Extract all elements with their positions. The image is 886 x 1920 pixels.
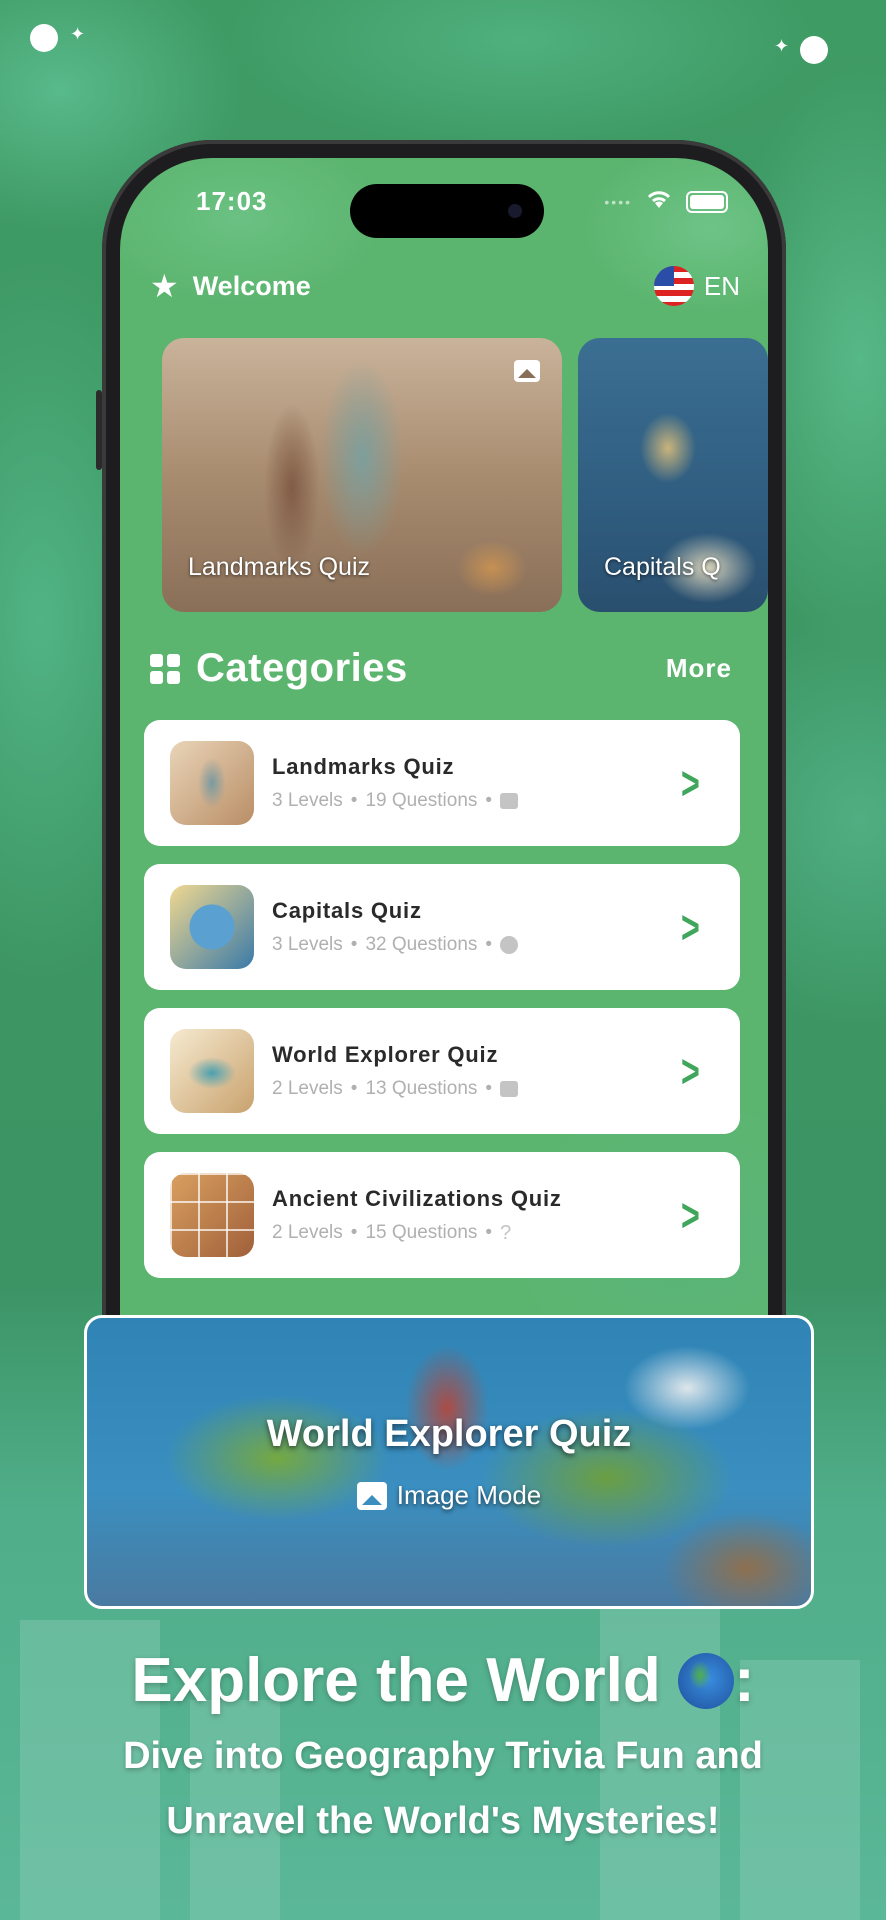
levels-count: 3 Levels	[272, 790, 343, 811]
headline-suffix: :	[733, 1646, 755, 1715]
category-row-landmarks[interactable]: Landmarks Quiz 3 Levels • 19 Questions • >	[144, 720, 740, 846]
status-indicators: ••••	[604, 188, 728, 215]
questions-count: 15 Questions	[365, 1222, 478, 1243]
feature-mode: Image Mode	[87, 1480, 811, 1511]
questions-count: 32 Questions	[365, 934, 478, 955]
row-meta: 2 Levels • 13 Questions •	[272, 1078, 519, 1100]
row-title: Landmarks Quiz	[272, 754, 455, 779]
promo-subline-2: Unravel the World's Mysteries!	[166, 1800, 720, 1842]
more-link[interactable]: More	[666, 653, 732, 684]
image-icon	[356, 1481, 387, 1510]
globe-icon	[677, 1653, 734, 1709]
welcome-text: Welcome	[192, 270, 311, 301]
featured-carousel[interactable]: Landmarks Quiz Capitals Q	[162, 338, 768, 612]
status-time: 17:03	[196, 186, 268, 216]
welcome-header: ★ Welcome	[150, 270, 311, 302]
separator: •	[485, 934, 493, 955]
promo-subline-1: Dive into Geography Trivia Fun and	[123, 1735, 763, 1777]
phone-side-button	[96, 390, 102, 470]
dynamic-island	[350, 184, 544, 238]
row-title: Capitals Quiz	[272, 898, 422, 923]
star-icon: ★	[150, 268, 179, 304]
row-meta: 3 Levels • 19 Questions •	[272, 790, 519, 812]
wifi-icon	[644, 188, 674, 215]
image-icon	[500, 793, 519, 809]
decor-dot	[800, 36, 828, 64]
banner-label: Capitals Q	[604, 553, 721, 581]
row-title: World Explorer Quiz	[272, 1042, 499, 1067]
category-row-capitals[interactable]: Capitals Quiz 3 Levels • 32 Questions • >	[144, 864, 740, 990]
world-explorer-thumbnail	[170, 1029, 254, 1113]
row-text: Ancient Civilizations Quiz 2 Levels • 15 …	[272, 1186, 562, 1245]
row-meta: 3 Levels • 32 Questions •	[272, 934, 519, 956]
separator: •	[485, 1222, 493, 1243]
timer-icon	[500, 936, 519, 954]
landmarks-thumbnail	[170, 741, 254, 825]
featured-quiz-card[interactable]: World Explorer Quiz Image Mode	[84, 1315, 814, 1609]
levels-count: 2 Levels	[272, 1078, 343, 1099]
levels-count: 3 Levels	[272, 934, 343, 955]
categories-title: Categories	[196, 646, 408, 690]
language-code: EN	[703, 270, 740, 301]
row-text: Landmarks Quiz 3 Levels • 19 Questions •	[272, 754, 519, 812]
row-text: Capitals Quiz 3 Levels • 32 Questions •	[272, 898, 519, 956]
row-meta: 2 Levels • 15 Questions • ?	[272, 1222, 562, 1245]
categories-header: Categories More	[150, 646, 744, 691]
ancient-civilizations-thumbnail	[170, 1173, 254, 1257]
decor-dot	[30, 24, 58, 52]
us-flag-icon	[653, 266, 694, 306]
questions-count: 13 Questions	[365, 1078, 478, 1099]
image-icon	[514, 360, 540, 382]
separator: •	[350, 790, 358, 811]
capitals-thumbnail	[170, 885, 254, 969]
headline-text: Explore the World	[131, 1646, 661, 1715]
separator: •	[485, 790, 493, 811]
chevron-right-icon: >	[681, 1189, 700, 1241]
levels-count: 2 Levels	[272, 1222, 343, 1243]
sparkle-icon: ✦	[70, 24, 86, 44]
banner-capitals-quiz[interactable]: Capitals Q	[578, 338, 768, 612]
chevron-right-icon: >	[681, 901, 700, 953]
questions-count: 19 Questions	[365, 790, 478, 811]
row-text: World Explorer Quiz 2 Levels • 13 Questio…	[272, 1042, 519, 1100]
banner-landmarks-quiz[interactable]: Landmarks Quiz	[162, 338, 562, 612]
image-icon	[500, 1081, 519, 1097]
promo-headline: Explore the World :	[0, 1645, 886, 1716]
language-selector[interactable]: EN	[653, 266, 740, 306]
signal-icon: ••••	[604, 193, 632, 210]
question-icon: ?	[500, 1221, 512, 1244]
separator: •	[350, 1078, 358, 1099]
banner-label: Landmarks Quiz	[188, 553, 371, 581]
chevron-right-icon: >	[681, 757, 700, 809]
category-row-ancient-civilizations[interactable]: Ancient Civilizations Quiz 2 Levels • 15 …	[144, 1152, 740, 1278]
separator: •	[350, 1222, 358, 1243]
battery-icon	[686, 190, 728, 213]
feature-title: World Explorer Quiz	[266, 1413, 632, 1455]
mode-label: Image Mode	[396, 1480, 542, 1510]
chevron-right-icon: >	[681, 1045, 700, 1097]
phone-screen: 17:03 •••• ★ Welcome EN Landmarks Quiz C…	[120, 158, 768, 1358]
grid-icon	[150, 653, 180, 684]
category-row-world-explorer[interactable]: World Explorer Quiz 2 Levels • 13 Questio…	[144, 1008, 740, 1134]
sparkle-icon: ✦	[774, 36, 790, 56]
separator: •	[350, 934, 358, 955]
row-title: Ancient Civilizations Quiz	[272, 1185, 562, 1211]
camera-icon	[508, 204, 522, 218]
separator: •	[485, 1078, 493, 1099]
